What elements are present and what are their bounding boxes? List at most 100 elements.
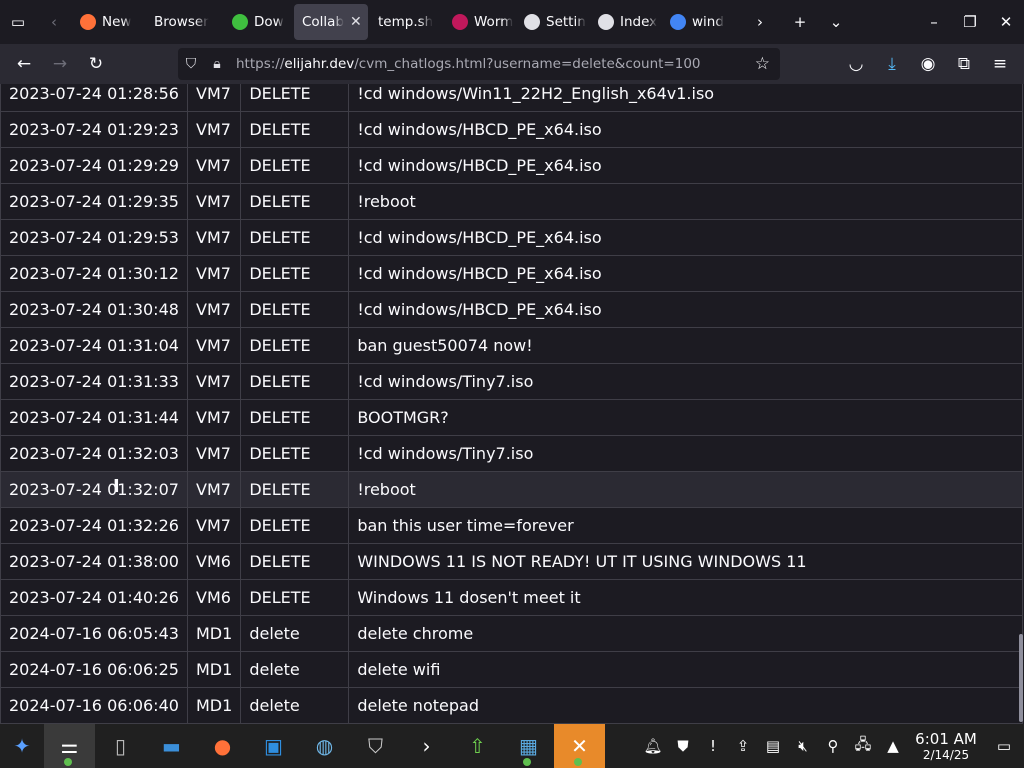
table-row: 2023-07-24 01:29:23 VM7 DELETE !cd windows/… [0,111,1023,148]
vm-cell: VM7 [186,363,242,400]
browser-tab[interactable]: Dow [224,4,292,40]
extensions-icon[interactable]: ⧉ [946,48,982,80]
bookmark-star-icon[interactable]: ☆ [755,54,770,74]
index-icon [598,14,614,30]
tracking-shield-icon[interactable]: ⛉ [178,56,204,72]
list-all-tabs-icon[interactable]: ⌄ [818,4,854,40]
message-cell: !cd windows/Tiny7.iso [348,435,1023,472]
shield-icon[interactable]: ⛉ [350,724,401,768]
message-cell: !cd windows/HBCD_PE_x64.iso [348,255,1023,292]
vmware-icon[interactable]: ▦ [503,724,554,768]
terminal-icon[interactable]: › [401,724,452,768]
tab-label: Settin [546,14,586,30]
timestamp-cell: 2023-07-24 01:31:04 [0,327,188,364]
username-cell: DELETE [240,327,350,364]
browser-tab[interactable]: New [72,4,144,40]
update-icon[interactable]: ⇪ [728,724,758,768]
start-icon[interactable]: ✦ [0,724,44,768]
tab-strip: ▭ ‹ New Browser Dow Collab ✕ temp.sh Worm Setti… [0,0,1024,44]
firefox-icon[interactable]: ● [197,724,248,768]
timestamp-cell: 2023-07-24 01:31:33 [0,363,188,400]
username-cell: DELETE [240,291,350,328]
message-cell: Windows 11 dosen't meet it [348,579,1023,616]
store-icon[interactable]: ▣ [248,724,299,768]
back-icon[interactable]: ← [6,48,42,80]
scroll-tabs-right-icon[interactable]: › [742,4,778,40]
show-hidden-icons-icon[interactable]: ▲ [878,724,908,768]
control-panel-icon[interactable]: ⚌ [44,724,95,768]
clipboard-icon[interactable]: ▤ [758,724,788,768]
browser-tab[interactable]: wind [662,4,734,40]
username-cell: DELETE [240,147,350,184]
close-tab-icon[interactable]: ✕ [350,14,362,30]
clock[interactable]: 6:01 AM 2/14/25 [908,730,984,762]
tab-label: Browser [154,14,209,30]
browser-tab[interactable]: temp.sh [370,4,442,40]
close-window-icon[interactable]: ✕ [988,4,1024,40]
username-cell: DELETE [240,219,350,256]
upload-icon[interactable]: ⇧ [452,724,503,768]
timestamp-cell: 2023-07-24 01:28:56 [0,84,188,112]
page-scrollbar[interactable] [1019,634,1023,722]
tab-label: New [102,14,132,30]
vm-cell: VM7 [186,507,242,544]
url-prefix: https:// [236,56,285,72]
globe-icon[interactable]: ◍ [299,724,350,768]
new-tab-icon[interactable]: + [782,4,818,40]
file-explorer-icon[interactable]: ▬ [146,724,197,768]
app-menu-icon[interactable]: ≡ [982,48,1018,80]
alert-icon[interactable]: ! [698,724,728,768]
lock-icon[interactable]: 🔒︎ [204,56,230,72]
reload-icon[interactable]: ↻ [78,48,114,80]
url-bar[interactable]: ⛉ 🔒︎ https://elijahr.dev/cvm_chatlogs.ht… [178,48,780,80]
timestamp-cell: 2023-07-24 01:32:07 [0,471,188,508]
table-row: 2023-07-24 01:31:44 VM7 DELETE BOOTMGR? [0,399,1023,436]
username-cell: delete [240,651,350,688]
tab-label: temp.sh [378,14,434,30]
message-cell: delete wifi [348,651,1023,688]
forward-icon[interactable]: → [42,48,78,80]
pocket-icon[interactable]: ◡ [838,48,874,80]
volume-muted-icon[interactable]: 🔇︎ [788,724,818,768]
browser-tab[interactable]: Settin [516,4,588,40]
x-app-icon[interactable]: ✕ [554,724,605,768]
vm-cell: MD1 [186,687,242,724]
message-cell: !cd windows/HBCD_PE_x64.iso [348,147,1023,184]
show-desktop-icon[interactable]: ▭ [984,724,1024,768]
table-row: 2023-07-24 01:30:48 VM7 DELETE !cd windows/… [0,291,1023,328]
message-cell: !reboot [348,183,1023,220]
browser-tab[interactable]: Index [590,4,660,40]
taskbar: ✦ ⚌ ▯ ▬ ● ▣ ◍ ⛉ › ⇧ ▦ ✕ 🔔︎ ⛊ ! ⇪ ▤ 🔇︎ ⚲ 🖧︎ ▲ 6:01 A… [0,724,1024,768]
username-cell: DELETE [240,255,350,292]
vm-cell: VM7 [186,291,242,328]
downloads-icon[interactable]: ⤓ [874,48,910,80]
message-cell: ban this user time=forever [348,507,1023,544]
table-row: 2023-07-24 01:38:00 VM6 DELETE WINDOWS 11 I… [0,543,1023,580]
timestamp-cell: 2023-07-24 01:29:53 [0,219,188,256]
browser-tab[interactable]: Browser [146,4,222,40]
table-row: 2023-07-24 01:29:53 VM7 DELETE !cd windows/… [0,219,1023,256]
minimize-icon[interactable]: – [916,4,952,40]
message-cell: !cd windows/HBCD_PE_x64.iso [348,111,1023,148]
restore-icon[interactable]: ❐ [952,4,988,40]
table-row: 2023-07-24 01:32:07 VM7 DELETE !reboot [0,471,1023,508]
url-host: elijahr.dev [284,56,355,72]
table-row: 2023-07-24 01:30:12 VM7 DELETE !cd windows/… [0,255,1023,292]
browser-tab[interactable]: Collab ✕ [294,4,368,40]
blank-file-icon[interactable]: ▯ [95,724,146,768]
username-cell: DELETE [240,363,350,400]
account-icon[interactable]: ◉ [910,48,946,80]
vm-cell: VM7 [186,219,242,256]
tab-overview-icon[interactable]: ▭ [0,4,36,40]
message-cell: WINDOWS 11 IS NOT READY! UT IT USING WIN… [348,543,1023,580]
network-icon[interactable]: 🖧︎ [848,724,878,768]
security-shield-icon[interactable]: ⛊ [668,724,698,768]
scroll-tabs-left-icon[interactable]: ‹ [36,4,72,40]
url-text[interactable]: https://elijahr.dev/cvm_chatlogs.html?us… [236,56,701,72]
browser-tab[interactable]: Worm [444,4,514,40]
notifications-bell-icon[interactable]: 🔔︎ [638,724,668,768]
timestamp-cell: 2024-07-16 06:06:25 [0,651,188,688]
usb-device-icon[interactable]: ⚲ [818,724,848,768]
timestamp-cell: 2023-07-24 01:38:00 [0,543,188,580]
vm-cell: VM7 [186,111,242,148]
